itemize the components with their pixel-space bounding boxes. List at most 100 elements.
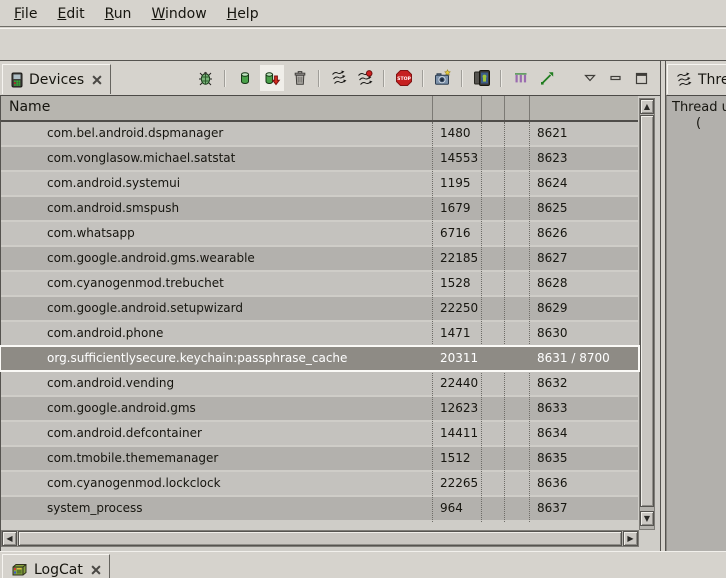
toolbar-separator xyxy=(383,70,385,87)
process-port: 8625 xyxy=(537,197,568,220)
process-pid: 1195 xyxy=(440,172,471,195)
cause-gc-button[interactable] xyxy=(289,68,310,89)
stop-process-button[interactable]: STOP xyxy=(393,68,414,89)
process-pid: 1528 xyxy=(440,272,471,295)
process-row[interactable]: com.android.systemui 1195 8624 xyxy=(1,172,638,195)
capture-systrace-button[interactable] xyxy=(536,68,557,89)
process-pid: 20311 xyxy=(440,347,478,370)
threads-icon xyxy=(676,72,692,88)
column-resize-handle[interactable] xyxy=(504,96,505,120)
process-row[interactable]: com.android.smspush 1679 8625 xyxy=(1,197,638,220)
update-heap-button[interactable] xyxy=(234,68,255,89)
ddms-window: FileEditRunWindowHelp Devices xyxy=(0,0,726,577)
scroll-right-arrow-icon: ▶ xyxy=(627,534,633,543)
logcat-icon xyxy=(11,563,28,577)
toolbar-separator xyxy=(422,70,424,87)
column-resize-handle[interactable] xyxy=(432,96,433,120)
vertical-scroll-thumb[interactable] xyxy=(640,115,654,507)
process-port: 8629 xyxy=(537,297,568,320)
threads-message-line1: Thread up xyxy=(672,100,726,115)
dump-view-hierarchy-button[interactable] xyxy=(510,68,531,89)
scroll-down-arrow-icon: ▼ xyxy=(644,514,650,523)
process-pid: 22265 xyxy=(440,472,478,495)
column-resize-handle[interactable] xyxy=(529,96,530,120)
process-table-body: com.bel.android.dspmanager 1480 8621 com… xyxy=(1,122,639,522)
process-name: com.android.systemui xyxy=(47,172,180,195)
debug-button[interactable] xyxy=(195,68,216,89)
process-row[interactable]: com.cyanogenmod.lockclock 22265 8636 xyxy=(1,472,638,495)
close-icon[interactable] xyxy=(91,565,101,575)
process-row[interactable]: com.whatsapp 6716 8626 xyxy=(1,222,638,245)
process-row[interactable]: com.android.vending 22440 8632 xyxy=(1,372,638,395)
process-pid: 964 xyxy=(440,497,463,520)
device-screen-button[interactable] xyxy=(471,68,492,89)
scroll-up-arrow-icon: ▲ xyxy=(644,102,650,111)
process-name: com.whatsapp xyxy=(47,222,135,245)
process-row[interactable]: com.cyanogenmod.trebuchet 1528 8628 xyxy=(1,272,638,295)
close-icon[interactable] xyxy=(92,75,102,85)
horizontal-scrollbar[interactable]: ◀ ▶ xyxy=(1,530,639,547)
menubar: FileEditRunWindowHelp xyxy=(0,0,726,27)
process-row[interactable]: com.google.android.gms.wearable 22185 86… xyxy=(1,247,638,270)
minimize-button[interactable] xyxy=(605,68,626,89)
process-row[interactable]: com.android.phone 1471 8630 xyxy=(1,322,638,345)
process-row[interactable]: com.vonglasow.michael.satstat 14553 8623 xyxy=(1,147,638,170)
screen-capture-button[interactable] xyxy=(432,68,453,89)
process-port: 8631 / 8700 xyxy=(537,347,610,370)
process-row[interactable]: com.bel.android.dspmanager 1480 8621 xyxy=(1,122,638,145)
process-row[interactable]: com.tmobile.thememanager 1512 8635 xyxy=(1,447,638,470)
process-name: com.vonglasow.michael.satstat xyxy=(47,147,235,170)
scroll-right-button[interactable]: ▶ xyxy=(623,531,638,546)
process-pid: 22440 xyxy=(440,372,478,395)
process-name: com.cyanogenmod.lockclock xyxy=(47,472,221,495)
devices-tabbar: Devices xyxy=(0,61,660,95)
threads-pane: Threads Thread up ( xyxy=(666,61,726,551)
table-header[interactable]: Name xyxy=(1,96,638,122)
process-pid: 14553 xyxy=(440,147,478,170)
horizontal-scroll-thumb[interactable] xyxy=(18,531,622,546)
tab-threads-label: Threads xyxy=(698,72,726,88)
process-name: com.google.android.setupwizard xyxy=(47,297,243,320)
column-resize-handle[interactable] xyxy=(481,96,482,120)
process-port: 8634 xyxy=(537,422,568,445)
process-row[interactable]: org.sufficientlysecure.keychain:passphra… xyxy=(1,347,638,370)
devices-toolbar: STOP xyxy=(195,61,652,95)
process-pid: 22250 xyxy=(440,297,478,320)
svg-text:STOP: STOP xyxy=(397,76,411,82)
maximize-button[interactable] xyxy=(631,68,652,89)
start-method-profiling-button[interactable] xyxy=(354,68,375,89)
threads-message-line2: ( xyxy=(696,116,726,131)
menu-help[interactable]: Help xyxy=(217,2,269,25)
scroll-up-button[interactable]: ▲ xyxy=(640,99,654,114)
process-pid: 1471 xyxy=(440,322,471,345)
update-threads-button[interactable] xyxy=(328,68,349,89)
scroll-down-button[interactable]: ▼ xyxy=(640,511,654,526)
menu-file[interactable]: File xyxy=(4,2,47,25)
process-pid: 1480 xyxy=(440,122,471,145)
view-menu-button[interactable] xyxy=(579,68,600,89)
process-row[interactable]: com.google.android.gms 12623 8633 xyxy=(1,397,638,420)
process-port: 8627 xyxy=(537,247,568,270)
process-port: 8632 xyxy=(537,372,568,395)
process-port: 8637 xyxy=(537,497,568,520)
process-port: 8626 xyxy=(537,222,568,245)
tab-logcat[interactable]: LogCat xyxy=(2,554,110,578)
column-divider xyxy=(529,122,530,522)
process-row[interactable]: com.android.defcontainer 14411 8634 xyxy=(1,422,638,445)
menu-run[interactable]: Run xyxy=(95,2,142,25)
vertical-scrollbar[interactable]: ▲ ▼ xyxy=(639,98,655,530)
tab-threads[interactable]: Threads xyxy=(667,64,726,94)
dump-hprof-button[interactable] xyxy=(260,65,284,91)
column-header-name[interactable]: Name xyxy=(9,99,50,115)
screen-capture-camera-icon xyxy=(434,69,452,87)
process-pid: 1679 xyxy=(440,197,471,220)
menu-edit[interactable]: Edit xyxy=(47,2,94,25)
device-phone-icon xyxy=(11,72,23,88)
menu-window[interactable]: Window xyxy=(141,2,216,25)
process-row[interactable]: com.google.android.setupwizard 22250 862… xyxy=(1,297,638,320)
tab-devices[interactable]: Devices xyxy=(2,64,111,94)
scroll-left-button[interactable]: ◀ xyxy=(2,531,17,546)
process-port: 8628 xyxy=(537,272,568,295)
column-divider xyxy=(481,122,482,522)
process-row[interactable]: system_process 964 8637 xyxy=(1,497,638,520)
